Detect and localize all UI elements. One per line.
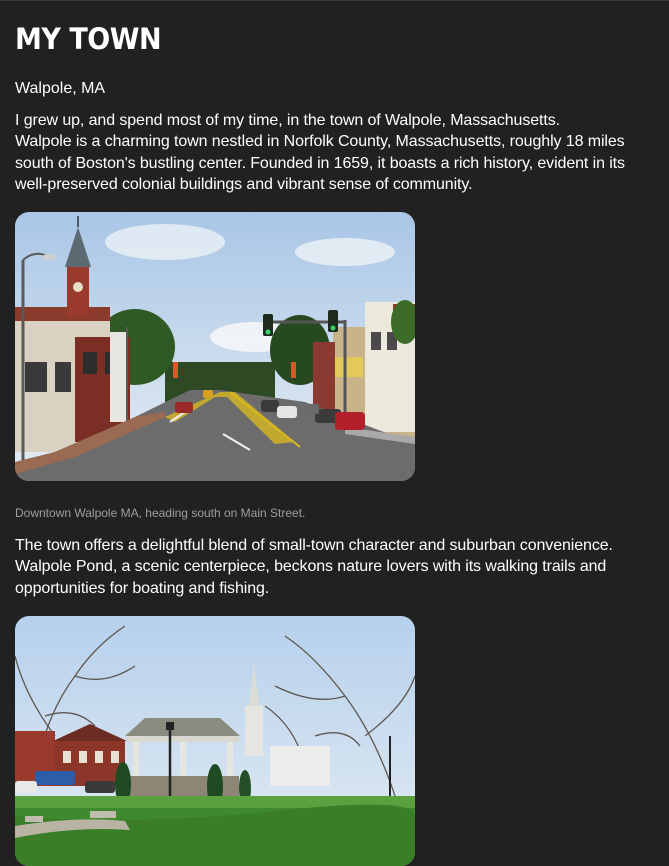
photo-caption: Downtown Walpole MA, heading south on Ma… — [15, 506, 306, 521]
intro-paragraph: I grew up, and spend most of my time, in… — [15, 110, 654, 195]
intro-first-line: I grew up, and spend most of my time, in… — [15, 112, 560, 129]
intro-body: Walpole is a charming town nestled in No… — [15, 133, 625, 193]
downtown-photo — [15, 212, 415, 482]
location-subtitle: Walpole, MA — [15, 80, 106, 97]
page-title: MY TOWN — [15, 23, 162, 57]
second-paragraph: The town offers a delightful blend of sm… — [15, 537, 613, 597]
page: MY TOWN Walpole, MA I grew up, and spend… — [0, 0, 669, 866]
town-common-photo — [15, 616, 415, 866]
